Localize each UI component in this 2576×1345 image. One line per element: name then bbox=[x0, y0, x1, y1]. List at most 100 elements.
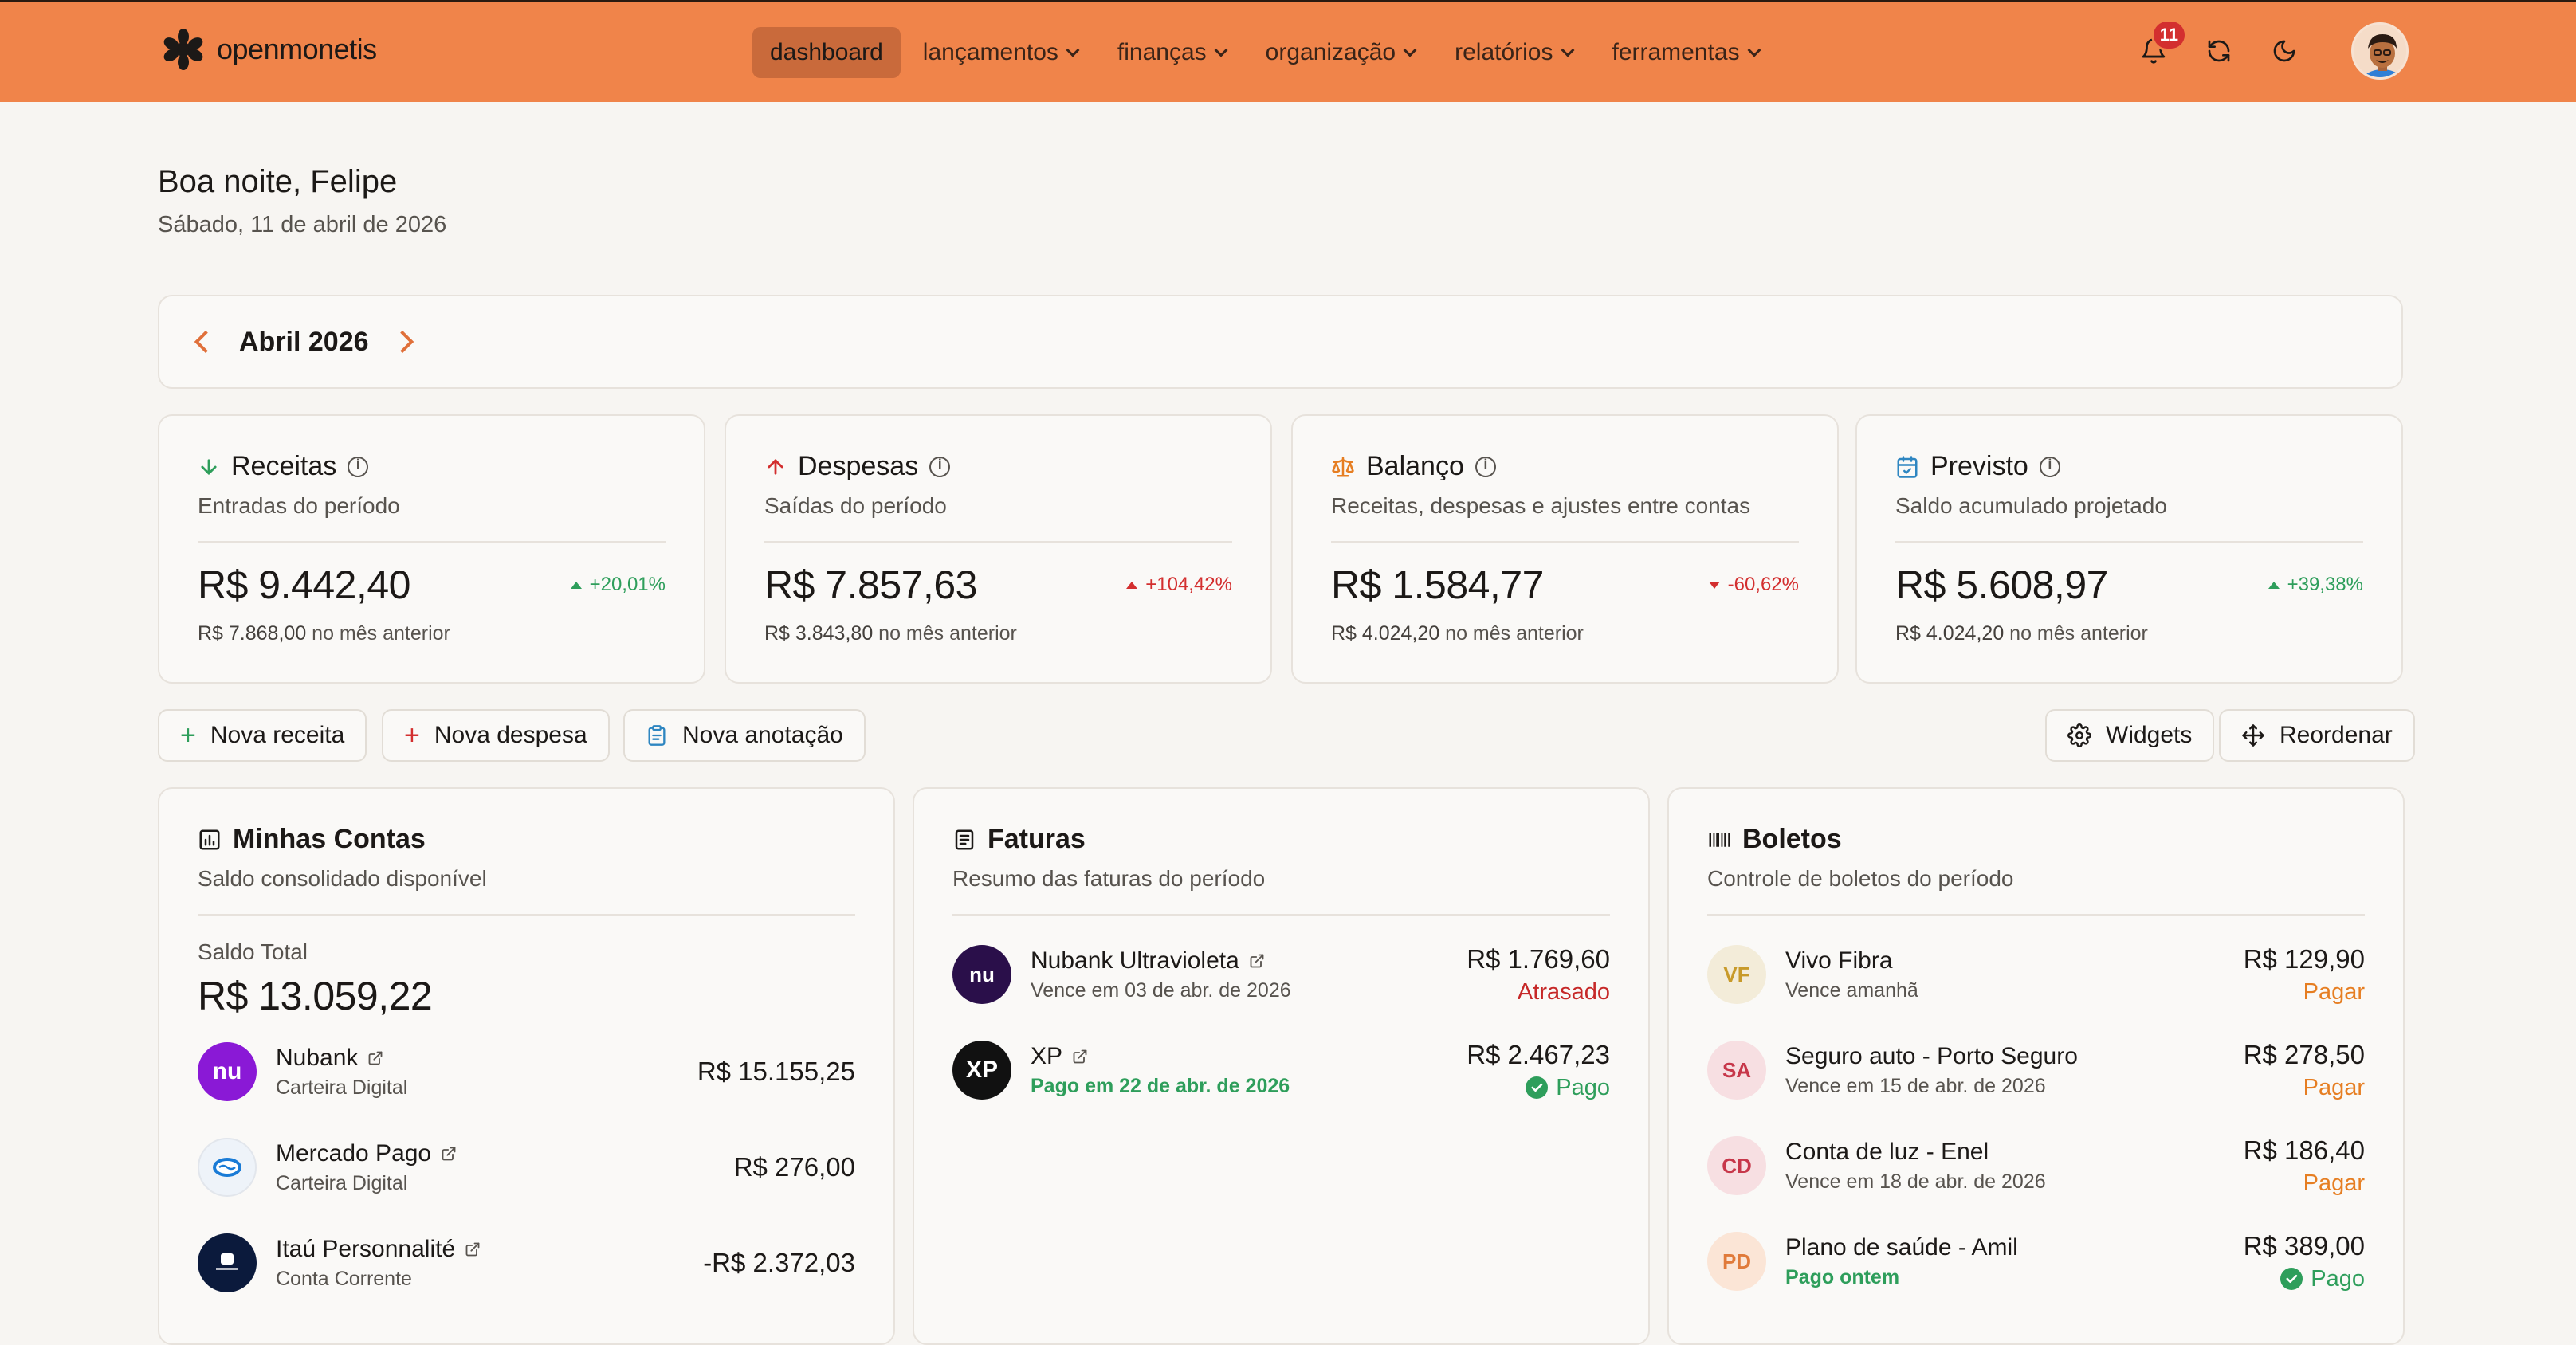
external-link-icon[interactable] bbox=[1072, 1049, 1088, 1065]
external-link-icon[interactable] bbox=[441, 1146, 457, 1162]
prev-value: R$ 3.843,80 bbox=[764, 622, 874, 645]
avatar-icon bbox=[2354, 25, 2406, 77]
chevron-down-icon bbox=[1747, 43, 1761, 57]
nav-label: lançamentos bbox=[922, 39, 1058, 65]
button-label: Nova anotação bbox=[682, 722, 843, 748]
invoices-panel: Faturas Resumo das faturas do período nu… bbox=[913, 787, 1650, 1345]
stat-card-balanco: Balanço Receitas, despesas e ajustes ent… bbox=[1291, 414, 1839, 684]
invoice-status: Atrasado bbox=[1517, 978, 1610, 1005]
info-icon[interactable] bbox=[929, 456, 951, 477]
total-balance-label: Saldo Total bbox=[198, 939, 308, 964]
stat-value: R$ 5.608,97 bbox=[1895, 563, 2108, 607]
account-row[interactable]: nu Nubank Carteira Digital R$ 15.155,25 bbox=[198, 1024, 855, 1120]
user-avatar[interactable] bbox=[2351, 22, 2409, 80]
bill-initials-avatar: CD bbox=[1707, 1136, 1766, 1195]
status-label: Pago bbox=[2311, 1265, 2365, 1292]
external-link-icon[interactable] bbox=[465, 1241, 481, 1257]
invoice-name: XP bbox=[1031, 1042, 1063, 1069]
arrow-up-icon bbox=[768, 458, 783, 475]
nav-organizacao[interactable]: organização bbox=[1248, 27, 1432, 78]
account-name: Mercado Pago bbox=[276, 1139, 432, 1167]
stat-value: R$ 1.584,77 bbox=[1331, 563, 1544, 607]
top-navbar: openmonetis dashboard lançamentos finanç… bbox=[0, 0, 2576, 102]
prev-value: R$ 4.024,20 bbox=[1895, 622, 2005, 645]
button-label: Nova despesa bbox=[434, 722, 587, 748]
nav-label: organização bbox=[1265, 39, 1396, 65]
notifications-button[interactable]: 11 bbox=[2134, 19, 2187, 70]
bill-amount: R$ 389,00 bbox=[2243, 1230, 2365, 1261]
invoice-row[interactable]: XP XP Pago em 22 de abr. de 2026 R$ 2.46… bbox=[952, 1022, 1610, 1118]
external-link-icon[interactable] bbox=[1249, 953, 1265, 969]
bill-row[interactable]: VF Vivo Fibra Vence amanhã R$ 129,90 Pag… bbox=[1707, 927, 2365, 1022]
bills-panel: Boletos Controle de boletos do período V… bbox=[1667, 787, 2405, 1345]
refresh-button[interactable] bbox=[2200, 32, 2238, 70]
brand[interactable]: openmonetis bbox=[163, 29, 377, 70]
panel-subtitle: Controle de boletos do período bbox=[1707, 866, 2365, 916]
refresh-icon bbox=[2208, 40, 2230, 62]
stat-card-previsto: Previsto Saldo acumulado projetado R$ 5.… bbox=[1855, 414, 2403, 684]
chevron-right-icon[interactable] bbox=[391, 330, 414, 354]
button-label: Nova receita bbox=[210, 722, 345, 748]
move-icon bbox=[2242, 724, 2264, 747]
check-circle-icon bbox=[2280, 1268, 2303, 1290]
account-row[interactable]: Mercado Pago Carteira Digital R$ 276,00 bbox=[198, 1120, 855, 1215]
account-row[interactable]: Itaú Personnalité Conta Corrente -R$ 2.3… bbox=[198, 1215, 855, 1311]
bill-row[interactable]: SA Seguro auto - Porto Seguro Vence em 1… bbox=[1707, 1022, 2365, 1118]
bill-due: Vence em 18 de abr. de 2026 bbox=[1785, 1170, 2046, 1193]
reorder-button[interactable]: Reordenar bbox=[2219, 709, 2415, 762]
info-icon[interactable] bbox=[2039, 456, 2060, 477]
invoice-row[interactable]: nu Nubank Ultravioleta Vence em 03 de ab… bbox=[952, 927, 1610, 1022]
calendar-icon bbox=[1897, 455, 1918, 478]
period-selector: Abril 2026 bbox=[158, 295, 2403, 389]
widgets-button[interactable]: Widgets bbox=[2045, 709, 2215, 762]
triangle-down-icon bbox=[1708, 581, 1720, 589]
account-amount: R$ 276,00 bbox=[733, 1152, 855, 1182]
nav-relatorios[interactable]: relatórios bbox=[1437, 27, 1589, 78]
header-actions: 11 bbox=[2134, 19, 2409, 80]
external-link-icon[interactable] bbox=[367, 1050, 383, 1066]
moon-icon bbox=[2273, 40, 2295, 62]
pay-link[interactable]: Pagar bbox=[2244, 1075, 2365, 1101]
account-amount: -R$ 2.372,03 bbox=[703, 1248, 855, 1277]
barcode-icon bbox=[1709, 832, 1730, 847]
panel-subtitle: Saldo consolidado disponível bbox=[198, 866, 855, 916]
button-label: Widgets bbox=[2106, 722, 2193, 748]
info-icon[interactable] bbox=[348, 456, 369, 477]
xp-logo-icon: XP bbox=[952, 1041, 1011, 1100]
nav-ferramentas[interactable]: ferramentas bbox=[1595, 27, 1777, 78]
stat-title: Receitas bbox=[231, 451, 337, 481]
invoice-amount: R$ 1.769,60 bbox=[1467, 943, 1610, 974]
delta-value: -60,62% bbox=[1727, 574, 1799, 595]
chevron-down-icon bbox=[1561, 43, 1574, 57]
nav-lancamentos[interactable]: lançamentos bbox=[905, 27, 1095, 78]
delta-value: +39,38% bbox=[2287, 574, 2363, 595]
pay-link[interactable]: Pagar bbox=[2244, 979, 2365, 1006]
main-nav: dashboard lançamentos finanças organizaç… bbox=[752, 27, 1777, 78]
nav-label: dashboard bbox=[770, 39, 883, 65]
plus-icon: + bbox=[404, 720, 420, 751]
bill-due: Vence amanhã bbox=[1785, 978, 1918, 1002]
prev-suffix: no mês anterior bbox=[312, 622, 450, 645]
new-income-button[interactable]: + Nova receita bbox=[158, 709, 367, 762]
delta-value: +104,42% bbox=[1145, 574, 1232, 595]
stat-value: R$ 9.442,40 bbox=[198, 563, 410, 607]
bill-row[interactable]: CD Conta de luz - Enel Vence em 18 de ab… bbox=[1707, 1118, 2365, 1214]
stat-delta: -60,62% bbox=[1708, 574, 1799, 596]
stat-card-receitas: Receitas Entradas do período R$ 9.442,40… bbox=[158, 414, 705, 684]
pay-link[interactable]: Pagar bbox=[2244, 1171, 2365, 1197]
new-note-button[interactable]: Nova anotação bbox=[623, 709, 866, 762]
chevron-left-icon[interactable] bbox=[194, 330, 218, 354]
stat-subtitle: Saídas do período bbox=[764, 493, 1232, 543]
stat-previous: R$ 4.024,20 no mês anterior bbox=[1895, 622, 2363, 645]
plus-icon: + bbox=[180, 720, 196, 751]
app-name: openmonetis bbox=[217, 33, 377, 65]
current-date: Sábado, 11 de abril de 2026 bbox=[158, 212, 447, 237]
theme-toggle-button[interactable] bbox=[2265, 32, 2303, 70]
new-expense-button[interactable]: + Nova despesa bbox=[382, 709, 610, 762]
bill-amount: R$ 278,50 bbox=[2243, 1039, 2365, 1069]
notification-count-badge: 11 bbox=[2150, 19, 2187, 51]
bill-row[interactable]: PD Plano de saúde - Amil Pago ontem R$ 3… bbox=[1707, 1214, 2365, 1309]
nav-financas[interactable]: finanças bbox=[1100, 27, 1243, 78]
nav-dashboard[interactable]: dashboard bbox=[752, 27, 901, 78]
info-icon[interactable] bbox=[1475, 456, 1496, 477]
